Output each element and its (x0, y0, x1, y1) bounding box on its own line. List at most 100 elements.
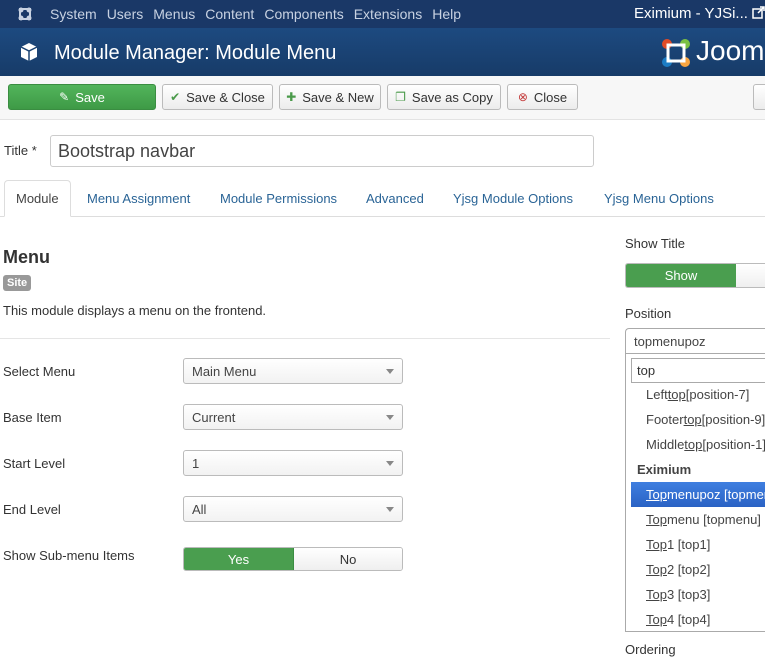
end-level-dropdown[interactable]: All (183, 496, 403, 522)
menu-system[interactable]: System (50, 6, 97, 22)
option-match: Top (646, 587, 667, 602)
joomla-brand-icon (662, 39, 690, 67)
option-prefix: Footer (646, 412, 684, 427)
position-option[interactable]: Footer top [position-9] (626, 407, 765, 432)
start-level-value: 1 (192, 455, 200, 471)
position-option[interactable]: Top 1 [top1] (626, 532, 765, 557)
option-match: top (683, 412, 702, 427)
tab-module-permissions[interactable]: Module Permissions (220, 180, 337, 217)
save-close-button[interactable]: ✔ Save & Close (162, 84, 273, 110)
option-suffix: menu [topmenu] (666, 512, 761, 527)
close-label: Close (533, 89, 568, 105)
show-title-hide-button[interactable] (736, 264, 765, 287)
edit-icon: ✎ (59, 90, 70, 104)
cube-icon (20, 43, 38, 61)
page-title: Module Manager: Module Menu (54, 42, 337, 64)
menu-components[interactable]: Components (264, 6, 343, 22)
title-input[interactable]: Bootstrap navbar (50, 135, 594, 167)
menu-help[interactable]: Help (432, 6, 461, 22)
tab-advanced[interactable]: Advanced (366, 180, 424, 217)
start-level-dropdown[interactable]: 1 (183, 450, 403, 476)
option-match: Top (646, 487, 667, 502)
plus-icon: ✚ (286, 90, 297, 104)
option-match: Top (646, 562, 667, 577)
position-dropdown: top Left top [position-7] Footer top [po… (625, 353, 765, 632)
tab-yjsg-module-options[interactable]: Yjsg Module Options (453, 180, 573, 217)
chevron-down-icon (386, 507, 394, 512)
option-suffix: [position-7] (685, 387, 750, 402)
option-group-label: Eximium (637, 462, 692, 477)
position-option[interactable]: Top 3 [top3] (626, 582, 765, 607)
submenu-yes-button[interactable]: Yes (184, 548, 294, 570)
copy-icon: ❐ (395, 90, 406, 104)
option-match: Top (646, 612, 667, 627)
option-suffix: 2 [top2] (666, 562, 711, 577)
close-circle-icon: ⊗ (517, 90, 528, 104)
position-select[interactable]: topmenupoz (625, 328, 765, 354)
tab-module[interactable]: Module (4, 180, 71, 217)
select-menu-dropdown[interactable]: Main Menu (183, 358, 403, 384)
close-button[interactable]: ⊗ Close (507, 84, 578, 110)
save-copy-button[interactable]: ❐ Save as Copy (387, 84, 501, 110)
option-prefix: Middle (646, 437, 685, 452)
position-option[interactable]: Top menu [topmenu] (626, 507, 765, 532)
menu-extensions[interactable]: Extensions (354, 6, 422, 22)
position-option[interactable]: Middle top [position-1] (626, 432, 765, 457)
show-title-label: Show Title (625, 236, 685, 251)
menu-content[interactable]: Content (205, 6, 254, 22)
ordering-label: Ordering (625, 642, 676, 657)
save-button[interactable]: ✎ Save (8, 84, 156, 110)
title-label: Title * (4, 143, 37, 158)
divider (0, 338, 610, 339)
joomla-logo-icon[interactable] (16, 5, 34, 23)
base-item-dropdown[interactable]: Current (183, 404, 403, 430)
chevron-down-icon (386, 369, 394, 374)
tab-yjsg-menu-options[interactable]: Yjsg Menu Options (604, 180, 714, 217)
joomla-brand: Joom (658, 33, 765, 73)
submenu-no-button[interactable]: No (294, 548, 402, 570)
toolbar: ✎ Save ✔ Save & Close ✚ Save & New ❐ Sav… (0, 76, 765, 120)
option-suffix: menupoz [topmenupoz] (666, 487, 765, 502)
base-item-value: Current (192, 409, 236, 425)
page-header: Module Manager: Module Menu Joom (0, 28, 765, 76)
toolbar-help-button[interactable] (753, 84, 765, 110)
option-suffix: [position-1] (702, 437, 765, 452)
external-link-icon[interactable] (752, 6, 765, 19)
show-submenu-label: Show Sub-menu Items (3, 548, 135, 563)
chevron-down-icon (386, 415, 394, 420)
start-level-label: Start Level (3, 456, 66, 471)
module-description: This module displays a menu on the front… (3, 303, 267, 318)
option-match: Top (646, 512, 667, 527)
show-title-show-button[interactable]: Show (626, 264, 736, 287)
option-prefix: Left (646, 387, 668, 402)
tab-menu-assignment[interactable]: Menu Assignment (87, 180, 190, 217)
tab-bar: Module Menu Assignment Module Permission… (0, 180, 765, 217)
end-level-value: All (192, 501, 207, 517)
option-suffix: 4 [top4] (666, 612, 711, 627)
option-match: Top (646, 537, 667, 552)
select-menu-value: Main Menu (192, 363, 257, 379)
option-match: top (684, 437, 703, 452)
position-option-highlighted[interactable]: Topmenupoz [topmenupoz] (631, 482, 765, 507)
save-label: Save (75, 89, 105, 105)
menu-users[interactable]: Users (107, 6, 144, 22)
save-copy-label: Save as Copy (411, 89, 493, 105)
option-suffix: 1 [top1] (666, 537, 711, 552)
menu-menus[interactable]: Menus (153, 6, 195, 22)
option-suffix: [position-9] (701, 412, 765, 427)
site-name-link[interactable]: Eximium - YJSi... (634, 5, 748, 22)
base-item-label: Base Item (3, 410, 62, 425)
position-search-input[interactable]: top (631, 358, 765, 383)
option-match: top (667, 387, 686, 402)
module-heading: Menu (3, 247, 50, 267)
check-icon: ✔ (170, 90, 181, 104)
position-option[interactable]: Top 2 [top2] (626, 557, 765, 582)
position-option[interactable]: Top 4 [top4] (626, 607, 765, 631)
joomla-brand-text: Joom (696, 35, 765, 66)
site-badge: Site (3, 275, 32, 291)
position-option[interactable]: Left top [position-7] (626, 382, 765, 407)
save-new-label: Save & New (302, 89, 374, 105)
option-suffix: 3 [top3] (666, 587, 711, 602)
select-menu-label: Select Menu (3, 364, 76, 379)
save-new-button[interactable]: ✚ Save & New (279, 84, 381, 110)
